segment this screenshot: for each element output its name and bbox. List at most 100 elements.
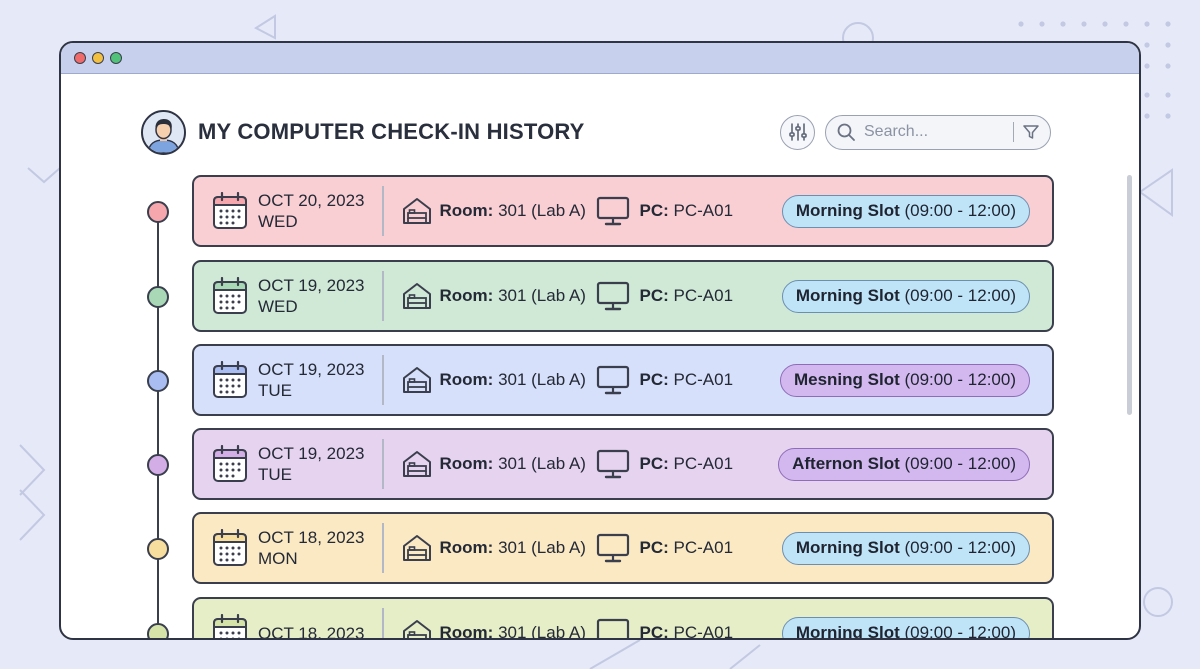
pc-value: PC-A01 (673, 201, 734, 220)
calendar-icon (213, 529, 247, 566)
room-label: Room: (439, 286, 494, 305)
room-value: 301 (Lab A) (498, 623, 586, 640)
minimize-window-button[interactable] (92, 52, 104, 64)
timeline-dot (147, 286, 169, 308)
app-window: MY COMPUTER CHECK-IN HISTORY Search... O… (59, 41, 1141, 640)
date-text: OCT 19, 2023 WED (258, 275, 364, 317)
slot-badge: Afternon Slot (09:00 - 12:00) (778, 447, 1030, 481)
room-value: 301 (Lab A) (498, 286, 586, 305)
slot-time: (09:00 - 12:00) (904, 201, 1016, 220)
header-tools (780, 114, 1051, 150)
pc-value: PC-A01 (673, 623, 734, 640)
pc-value: PC-A01 (673, 538, 734, 557)
pc-value: PC-A01 (673, 286, 734, 305)
date-text: OCT 19, 2023 TUE (258, 443, 364, 485)
date-cell: OCT 19, 2023 TUE (194, 346, 382, 414)
computer-monitor-icon (596, 618, 629, 638)
pc-cell: PC: PC-A01 (596, 365, 778, 395)
room-bed-icon (402, 451, 431, 477)
slot-badge: Mesning Slot (09:00 - 12:00) (779, 363, 1030, 397)
pc-label: PC: (639, 201, 669, 220)
check-in-row[interactable]: OCT 19, 2023 WED Room: 301 (Lab A) PC: P… (192, 260, 1054, 332)
date-value: OCT 19, 2023 (258, 360, 365, 379)
room-bed-icon (402, 283, 431, 309)
scrollbar[interactable] (1127, 175, 1132, 415)
room-label: Room: (439, 623, 494, 640)
pc-label: PC: (639, 623, 669, 640)
date-cell: OCT 19, 2023 TUE (194, 430, 382, 498)
avatar[interactable] (141, 109, 186, 155)
timeline-dot (147, 201, 169, 223)
user-avatar-icon (143, 111, 184, 153)
date-text: OCT 18, 2023 MON (258, 527, 364, 569)
slot-name: Morning Slot (795, 201, 900, 220)
sliders-icon (788, 123, 807, 141)
slot-badge: Morning Slot (09:00 - 12:00) (781, 279, 1030, 313)
computer-monitor-icon (596, 533, 629, 563)
room-label: Room: (439, 370, 494, 389)
slot-time: (09:00 - 12:00) (904, 623, 1016, 640)
room-cell: Room: 301 (Lab A) (384, 282, 596, 310)
title-bar (61, 43, 1139, 74)
calendar-icon (213, 192, 247, 229)
date-text: OCT 18, 2023 (258, 623, 364, 639)
weekday-value: WED (258, 212, 298, 231)
check-in-row[interactable]: OCT 18, 2023 MON Room: 301 (Lab A) PC: P… (192, 512, 1054, 584)
slot-name: Mesning Slot (793, 370, 900, 389)
page-header: MY COMPUTER CHECK-IN HISTORY (141, 109, 1051, 155)
pc-cell: PC: PC-A01 (596, 618, 778, 640)
filter-settings-button[interactable] (780, 114, 815, 150)
search-box (825, 114, 1051, 150)
calendar-icon (213, 445, 247, 482)
room-bed-icon (402, 535, 431, 561)
weekday-value: TUE (258, 465, 292, 484)
computer-monitor-icon (596, 196, 629, 226)
pc-value: PC-A01 (673, 370, 734, 389)
weekday-value: TUE (258, 381, 292, 400)
close-window-button[interactable] (74, 52, 86, 64)
date-text: OCT 19, 2023 TUE (258, 359, 364, 401)
date-value: OCT 18, 2023 (258, 528, 365, 547)
slot-time: (09:00 - 12:00) (904, 370, 1016, 389)
timeline-dot (147, 370, 169, 392)
date-value: OCT 19, 2023 (258, 444, 365, 463)
weekday-value: WED (258, 297, 298, 316)
room-label: Room: (439, 538, 494, 557)
check-in-row[interactable]: OCT 20, 2023 WED Room: 301 (Lab A) PC: P… (192, 175, 1054, 247)
date-cell: OCT 20, 2023 WED (194, 177, 382, 245)
room-label: Room: (439, 454, 494, 473)
search-divider (1012, 122, 1014, 142)
room-bed-icon (402, 620, 431, 638)
slot-name: Morning Slot (795, 538, 900, 557)
date-cell: OCT 18, 2023 (194, 599, 382, 639)
room-value: 301 (Lab A) (498, 454, 586, 473)
date-value: OCT 19, 2023 (258, 276, 365, 295)
pc-label: PC: (639, 538, 669, 557)
room-cell: Room: 301 (Lab A) (384, 366, 596, 394)
computer-monitor-icon (596, 449, 629, 479)
room-bed-icon (402, 198, 431, 224)
pc-label: PC: (639, 286, 669, 305)
slot-time: (09:00 - 12:00) (904, 454, 1016, 473)
search-icon (837, 123, 855, 141)
calendar-icon (213, 277, 247, 314)
check-in-row[interactable]: OCT 18, 2023 Room: 301 (Lab A) PC: PC-A0… (192, 597, 1054, 640)
check-in-row[interactable]: OCT 19, 2023 TUE Room: 301 (Lab A) PC: P… (192, 428, 1054, 500)
pc-cell: PC: PC-A01 (596, 449, 778, 479)
date-text: OCT 20, 2023 WED (258, 190, 364, 232)
slot-name: Afternon Slot (792, 454, 900, 473)
search-input[interactable] (864, 123, 1005, 141)
check-in-row[interactable]: OCT 19, 2023 TUE Room: 301 (Lab A) PC: P… (192, 344, 1054, 416)
timeline-dot (147, 538, 169, 560)
room-cell: Room: 301 (Lab A) (384, 450, 596, 478)
maximize-window-button[interactable] (110, 52, 122, 64)
filter-icon[interactable] (1022, 123, 1040, 141)
room-cell: Room: 301 (Lab A) (384, 619, 596, 640)
computer-monitor-icon (596, 281, 629, 311)
room-cell: Room: 301 (Lab A) (384, 534, 596, 562)
pc-cell: PC: PC-A01 (596, 281, 778, 311)
room-value: 301 (Lab A) (498, 370, 586, 389)
room-bed-icon (402, 367, 431, 393)
date-value: OCT 20, 2023 (258, 191, 365, 210)
pc-label: PC: (639, 370, 669, 389)
